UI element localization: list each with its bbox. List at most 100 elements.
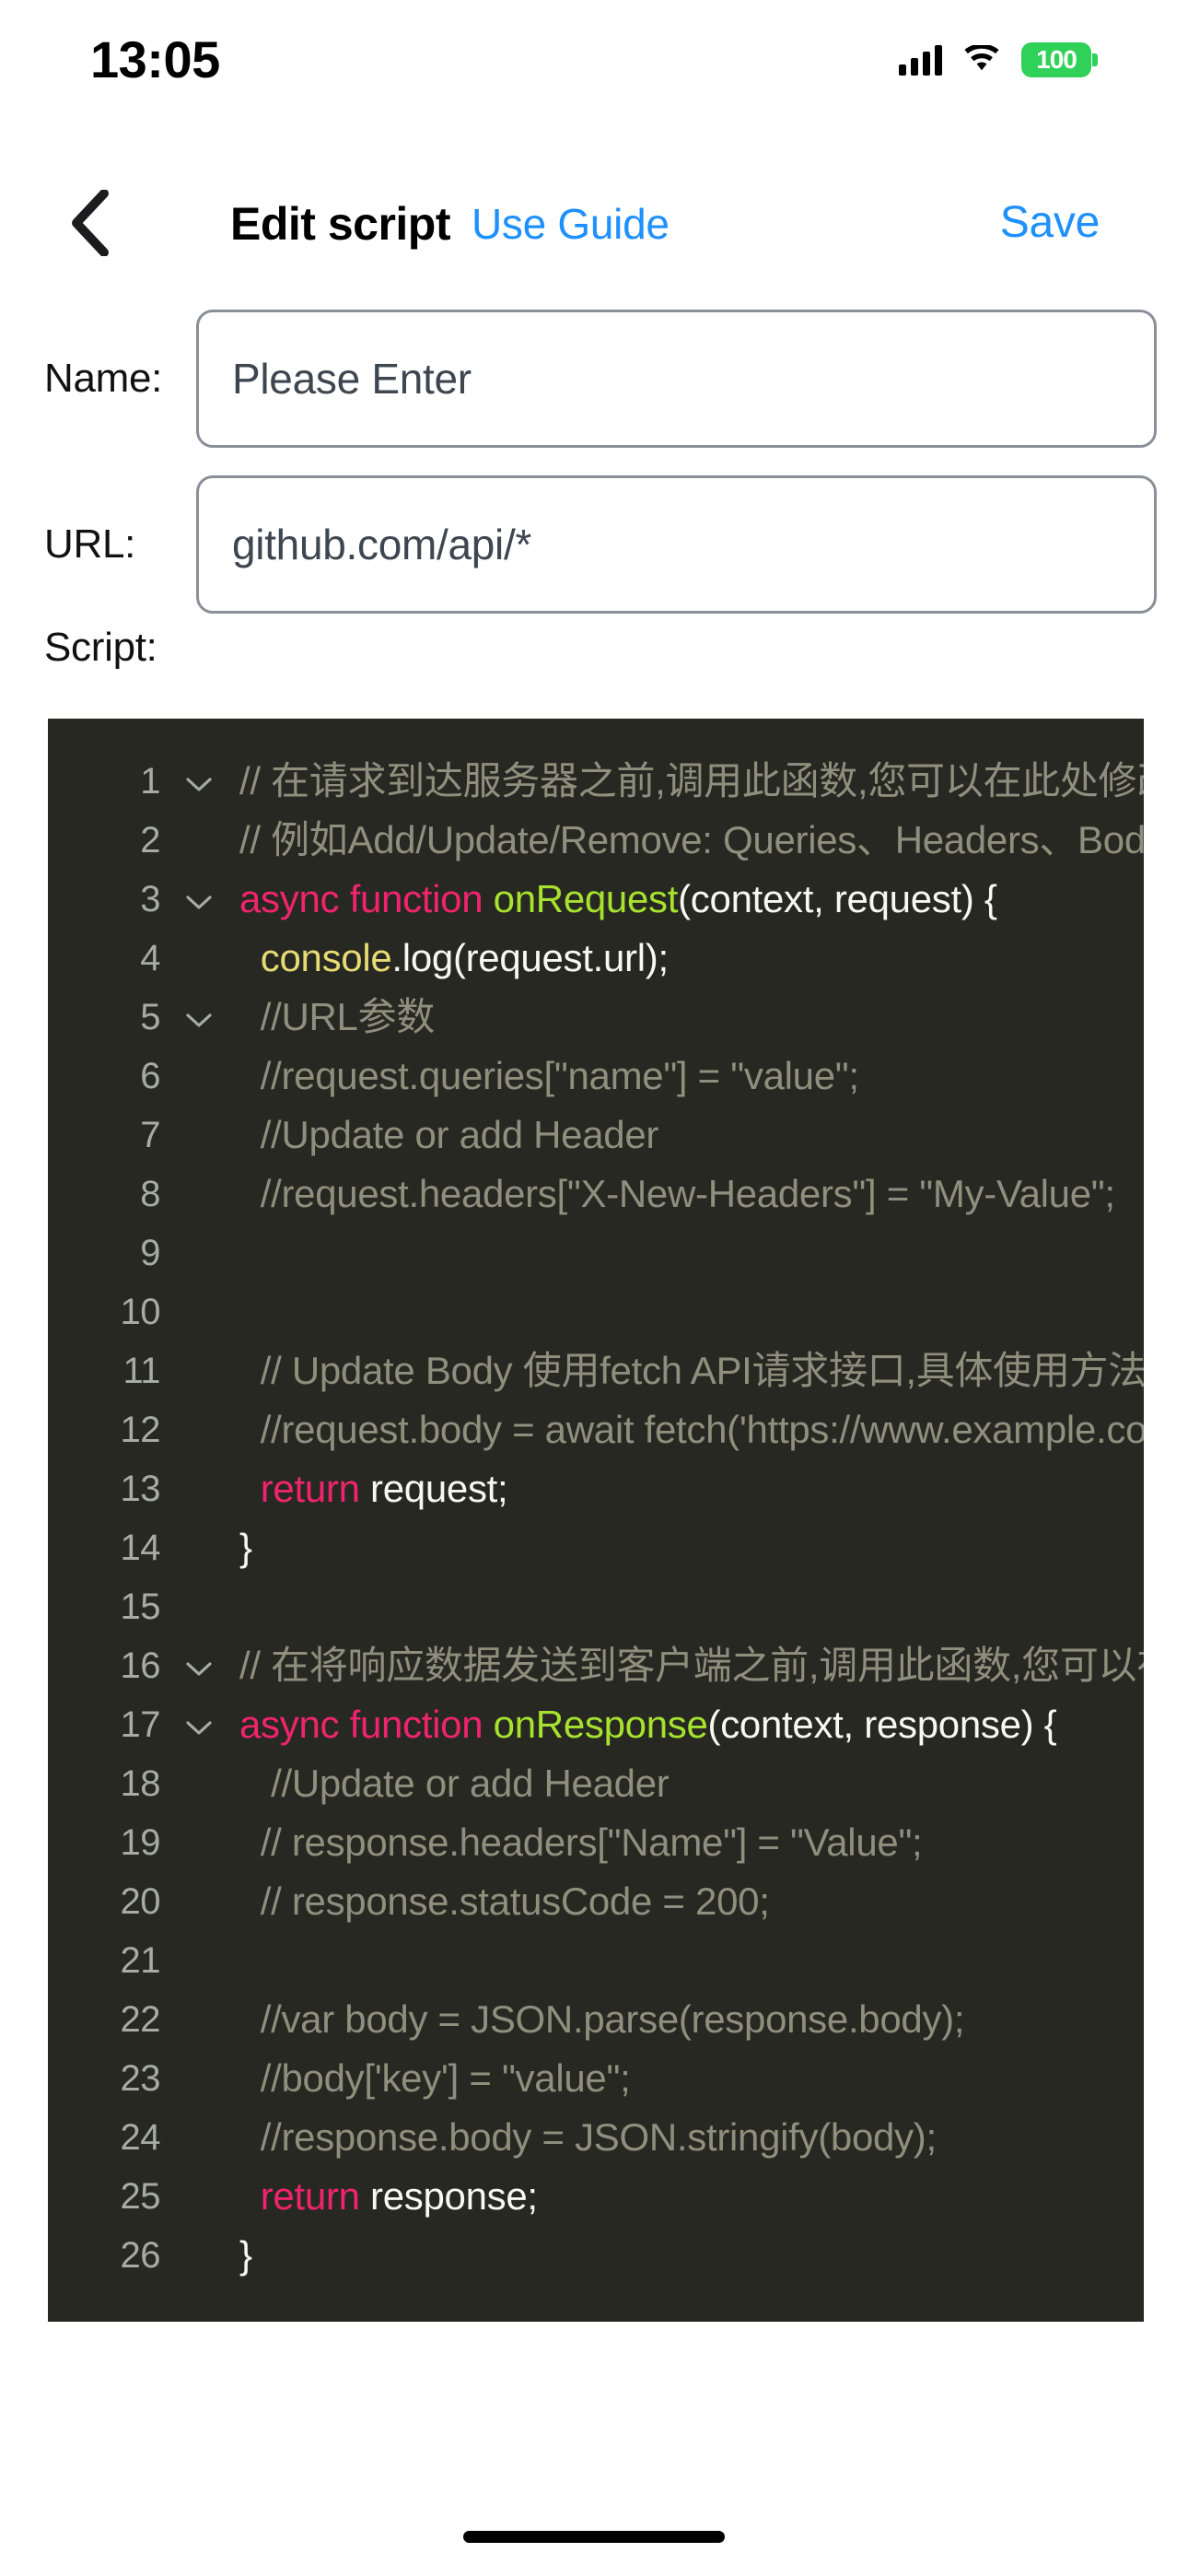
code-line[interactable]: 16 // 在将响应数据发送到客户端之前,调用此函数,您可以在此处修改响应 xyxy=(48,1636,1145,1695)
code-lines-container: 1 // 在请求到达服务器之前,调用此函数,您可以在此处修改请求 2 // 例如Add… xyxy=(48,719,1145,2285)
name-input-value: Please Enter xyxy=(232,355,472,403)
url-field-label: URL: xyxy=(44,521,136,567)
code-line[interactable]: 18 //Update or add Header xyxy=(48,1754,1144,1813)
code-line[interactable]: 22 //var body = JSON.parse(response.body… xyxy=(48,1990,1144,2049)
name-field-label: Name: xyxy=(44,356,163,401)
battery-icon: 100 xyxy=(1021,42,1098,77)
line-number: 8 xyxy=(140,1174,160,1214)
code-line-text: } xyxy=(239,2233,252,2277)
chevron-down-icon[interactable] xyxy=(160,988,238,1047)
code-line[interactable]: 7 //Update or add Header xyxy=(48,1106,1144,1165)
code-line-text: //URL参数 xyxy=(239,995,436,1038)
code-line[interactable]: 23 //body['key'] = "value"; xyxy=(48,2049,1144,2108)
name-input[interactable]: Please Enter xyxy=(196,310,1157,448)
code-line[interactable]: 20 // response.statusCode = 200; xyxy=(48,1872,1144,1931)
code-line[interactable]: 5 //URL参数 xyxy=(48,988,1144,1047)
code-line[interactable]: 13 return request; xyxy=(48,1459,1144,1518)
line-number: 15 xyxy=(120,1587,161,1627)
chevron-down-icon[interactable] xyxy=(160,752,238,811)
home-indicator xyxy=(463,2531,725,2543)
line-number: 3 xyxy=(140,879,160,919)
line-number: 12 xyxy=(120,1410,161,1450)
code-line[interactable]: 15 xyxy=(48,1577,1144,1636)
code-line[interactable]: 4 console.log(request.url); xyxy=(48,929,1144,988)
line-number: 6 xyxy=(140,1056,160,1096)
code-line[interactable]: 1 // 在请求到达服务器之前,调用此函数,您可以在此处修改请求 xyxy=(48,752,1144,811)
code-line[interactable]: 8 //request.headers["X-New-Headers"] = "… xyxy=(48,1165,1144,1224)
script-field-label: Script: xyxy=(44,625,157,670)
code-line-text: // 在请求到达服务器之前,调用此函数,您可以在此处修改请求 xyxy=(239,759,1144,802)
line-number: 13 xyxy=(120,1469,161,1509)
line-number: 2 xyxy=(140,820,160,861)
line-number: 26 xyxy=(120,2235,161,2276)
line-number: 14 xyxy=(120,1528,161,1568)
code-line[interactable]: 17 async function onResponse(context, res… xyxy=(48,1695,1144,1754)
line-number: 25 xyxy=(120,2176,161,2217)
code-line-text: // response.headers["Name"] = "Value"; xyxy=(239,1821,923,1864)
line-number: 10 xyxy=(120,1292,161,1332)
back-chevron-icon xyxy=(72,190,109,256)
line-number: 21 xyxy=(120,1940,161,1981)
code-line[interactable]: 12 //request.body = await fetch('https:/… xyxy=(48,1400,1145,1459)
chevron-down-icon[interactable] xyxy=(160,1636,238,1695)
battery-level-label: 100 xyxy=(1036,45,1077,74)
status-bar-indicators: 100 xyxy=(899,42,1098,77)
code-line[interactable]: 2 // 例如Add/Update/Remove: Queries、Headers… xyxy=(48,811,1144,870)
save-button[interactable]: Save xyxy=(1000,197,1101,248)
line-number: 17 xyxy=(120,1704,161,1745)
code-line-text: async function onResponse(context, respo… xyxy=(239,1703,1057,1746)
code-line[interactable]: 3 async function onRequest(context, reque… xyxy=(48,870,1144,929)
name-field-row: Name: Please Enter xyxy=(0,310,1188,448)
code-line-text: //response.body = JSON.stringify(body); xyxy=(239,2115,937,2159)
line-number: 4 xyxy=(140,938,160,978)
code-line[interactable]: 26} xyxy=(48,2226,1144,2285)
line-number: 11 xyxy=(122,1351,160,1391)
line-number: 9 xyxy=(140,1233,160,1273)
code-line-text: //body['key'] = "value"; xyxy=(239,2056,631,2100)
script-code-editor[interactable]: 1 // 在请求到达服务器之前,调用此函数,您可以在此处修改请求 2 // 例如Add… xyxy=(48,719,1144,2322)
line-number: 1 xyxy=(140,761,160,802)
back-button[interactable] xyxy=(57,186,122,260)
code-line-text: // response.statusCode = 200; xyxy=(239,1879,770,1923)
url-input[interactable]: github.com/api/* xyxy=(196,475,1157,614)
code-line-text: //request.queries["name"] = "value"; xyxy=(239,1054,859,1097)
code-line-text: //Update or add Header xyxy=(239,1113,659,1156)
status-bar-time: 13:05 xyxy=(90,29,220,88)
wifi-icon xyxy=(964,45,999,71)
use-guide-link[interactable]: Use Guide xyxy=(472,199,670,249)
url-input-value: github.com/api/* xyxy=(232,521,532,568)
code-line-text: } xyxy=(239,1526,252,1569)
line-number: 23 xyxy=(120,2058,161,2099)
code-line[interactable]: 19 // response.headers["Name"] = "Value"… xyxy=(48,1813,1144,1872)
code-line[interactable]: 6 //request.queries["name"] = "value"; xyxy=(48,1047,1144,1106)
code-line-text: async function onRequest(context, reques… xyxy=(239,877,997,920)
navigation-bar: Edit script Use Guide Save xyxy=(0,181,1188,282)
code-line[interactable]: 10 xyxy=(48,1282,1144,1341)
code-line-text: return request; xyxy=(260,1467,508,1510)
line-number: 18 xyxy=(120,1763,161,1804)
code-line[interactable]: 11 // Update Body 使用fetch API请求接口,具体使用方法… xyxy=(48,1341,1144,1400)
code-line[interactable]: 25 return response; xyxy=(48,2167,1144,2226)
line-number: 24 xyxy=(120,2117,161,2158)
page-title: Edit script xyxy=(230,198,450,250)
line-number: 5 xyxy=(140,997,160,1037)
chevron-down-icon[interactable] xyxy=(160,870,238,929)
code-line-text: // 在将响应数据发送到客户端之前,调用此函数,您可以在此处修改响应 xyxy=(239,1644,1144,1687)
line-number: 19 xyxy=(120,1822,161,1863)
code-line-text: //Update or add Header xyxy=(239,1762,670,1805)
code-line[interactable]: 9 xyxy=(48,1224,1144,1282)
code-line-text: return response; xyxy=(260,2174,538,2218)
code-line[interactable]: 14} xyxy=(48,1518,1144,1577)
code-line[interactable]: 24 //response.body = JSON.stringify(body… xyxy=(48,2108,1144,2167)
code-line-text: //request.body = await fetch('https://ww… xyxy=(239,1408,1144,1451)
cellular-signal-icon xyxy=(899,44,942,76)
code-line-text: // 例如Add/Update/Remove: Queries、Headers、… xyxy=(239,818,1144,861)
code-line-text: //request.headers["X-New-Headers"] = "My… xyxy=(239,1172,1115,1215)
code-line-text: // Update Body 使用fetch API请求接口,具体使用方法请参考… xyxy=(260,1349,1144,1392)
code-line[interactable]: 21 xyxy=(48,1931,1144,1990)
line-number: 7 xyxy=(140,1115,160,1155)
code-line-text: console.log(request.url); xyxy=(260,936,669,979)
line-number: 20 xyxy=(120,1881,161,1922)
chevron-down-icon[interactable] xyxy=(160,1695,238,1754)
url-field-row: URL: github.com/api/* xyxy=(0,475,1188,614)
